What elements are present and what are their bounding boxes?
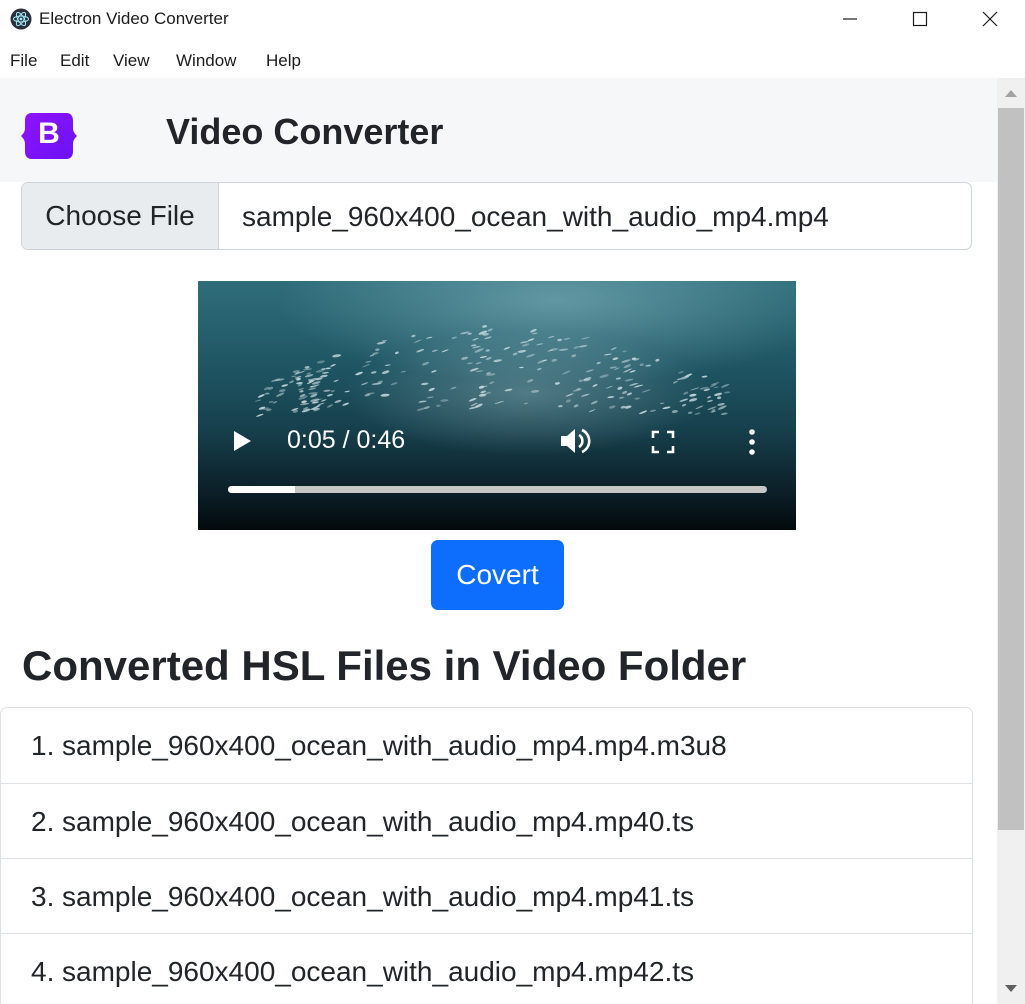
converted-files-list: 1. sample_960x400_ocean_with_audio_mp4.m… [0, 707, 973, 1004]
fullscreen-icon[interactable] [651, 430, 675, 454]
menu-edit[interactable]: Edit [60, 51, 89, 71]
electron-icon [10, 8, 32, 30]
page-viewport: B Video Converter Choose File sample_960… [0, 78, 997, 1004]
bootstrap-logo-letter: B [38, 117, 60, 150]
minimize-button[interactable] [815, 0, 885, 38]
list-item-number: 3. [31, 881, 55, 912]
converted-files-heading: Converted HSL Files in Video Folder [22, 642, 747, 689]
scrollbar-thumb[interactable] [998, 108, 1024, 830]
list-item-filename: sample_960x400_ocean_with_audio_mp4.mp42… [62, 956, 694, 987]
scroll-up-button[interactable] [997, 78, 1025, 108]
menu-file[interactable]: File [10, 51, 37, 71]
close-icon [982, 11, 998, 27]
play-icon[interactable] [231, 430, 253, 452]
list-item-number: 4. [31, 956, 55, 987]
list-item[interactable]: 1. sample_960x400_ocean_with_audio_mp4.m… [0, 707, 973, 784]
scroll-up-arrow-icon [1005, 90, 1017, 97]
video-time: 0:05 / 0:46 [287, 426, 406, 454]
scroll-down-button[interactable] [997, 974, 1025, 1004]
page-header: B Video Converter [0, 78, 997, 182]
list-item-filename: sample_960x400_ocean_with_audio_mp4.mp40… [62, 806, 694, 837]
more-options-icon[interactable] [746, 428, 758, 456]
video-player[interactable]: 0:05 / 0:46 [198, 281, 796, 530]
list-item-filename: sample_960x400_ocean_with_audio_mp4.mp4.… [62, 730, 727, 761]
minimize-icon [843, 18, 857, 20]
video-progress-fill [228, 486, 296, 493]
list-item[interactable]: 4. sample_960x400_ocean_with_audio_mp4.m… [0, 934, 973, 1004]
maximize-button[interactable] [885, 0, 955, 38]
file-input[interactable]: Choose File sample_960x400_ocean_with_au… [21, 182, 972, 250]
selected-file-name: sample_960x400_ocean_with_audio_mp4.mp4 [242, 201, 829, 232]
maximize-icon [912, 11, 928, 27]
list-item[interactable]: 2. sample_960x400_ocean_with_audio_mp4.m… [0, 784, 973, 859]
close-button[interactable] [955, 0, 1025, 38]
list-item-number: 2. [31, 806, 55, 837]
volume-icon[interactable] [559, 426, 591, 456]
list-item-filename: sample_960x400_ocean_with_audio_mp4.mp41… [62, 881, 694, 912]
vertical-scrollbar[interactable] [997, 78, 1025, 1004]
convert-button[interactable]: Covert [431, 540, 564, 610]
menu-bar: File Edit View Window Help [0, 38, 1025, 78]
window-title: Electron Video Converter [39, 9, 229, 28]
page-title: Video Converter [166, 111, 444, 152]
list-item-number: 1. [31, 730, 55, 761]
title-bar: Electron Video Converter [0, 0, 1025, 38]
video-progress-bar[interactable] [228, 486, 767, 493]
scroll-down-arrow-icon [1005, 985, 1017, 992]
bootstrap-logo-icon: B [21, 113, 77, 159]
list-item[interactable]: 3. sample_960x400_ocean_with_audio_mp4.m… [0, 859, 973, 934]
choose-file-button[interactable]: Choose File [22, 183, 219, 249]
menu-window[interactable]: Window [176, 51, 236, 71]
menu-view[interactable]: View [113, 51, 150, 71]
menu-help[interactable]: Help [266, 51, 301, 71]
